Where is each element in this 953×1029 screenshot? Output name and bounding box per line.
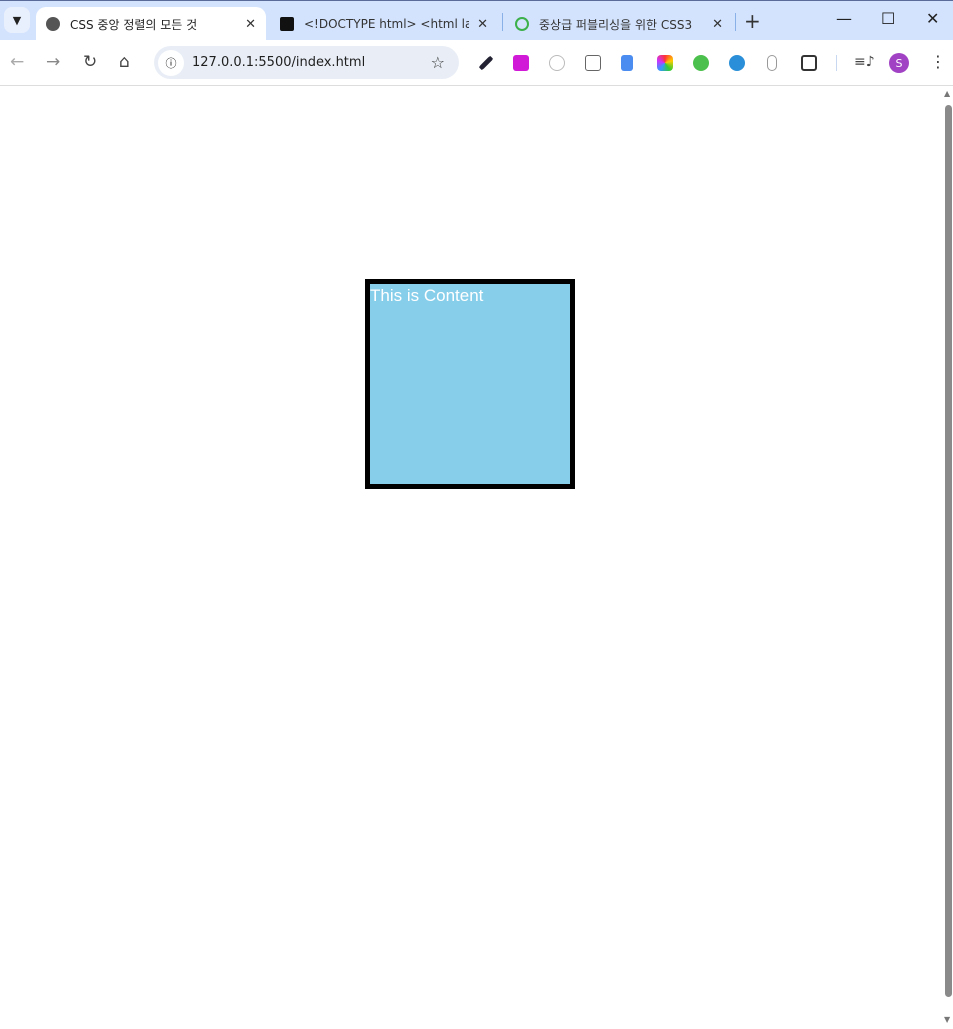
tab-3[interactable]: 중상급 퍼블리싱을 위한 CSS3 ✕ [505, 7, 733, 41]
tab-search-button[interactable]: ▼ [4, 7, 30, 33]
home-button[interactable]: ⌂ [119, 52, 130, 72]
pencil-icon[interactable] [549, 55, 565, 71]
address-bar[interactable]: ⓘ 127.0.0.1:5500/index.html ☆ [154, 46, 459, 79]
puzzle-icon[interactable] [801, 55, 817, 71]
scroll-down-icon[interactable]: ▼ [944, 1015, 950, 1024]
forward-button[interactable]: → [46, 52, 60, 72]
scrollbar-thumb[interactable] [945, 105, 952, 997]
toolbar: ← → ↻ ⌂ ⓘ 127.0.0.1:5500/index.html ☆ ≡♪… [0, 40, 953, 86]
close-tab-icon[interactable]: ✕ [477, 17, 488, 32]
reload-button[interactable]: ↻ [83, 52, 97, 72]
clock-icon [515, 17, 529, 31]
color-picker-icon[interactable] [478, 55, 494, 71]
bookmark-star-icon[interactable]: ☆ [431, 53, 445, 72]
maximize-button[interactable]: ☐ [881, 9, 895, 28]
media-control-icon[interactable]: ≡♪ [854, 54, 875, 70]
close-tab-icon[interactable]: ✕ [712, 17, 723, 32]
content-text: This is Content [370, 286, 484, 305]
back-button[interactable]: ← [10, 52, 24, 72]
tab-2[interactable]: <!DOCTYPE html> <html lang ✕ [270, 7, 498, 41]
tab-divider [735, 13, 736, 31]
calendar-icon[interactable] [585, 55, 601, 71]
page-viewport: This is Content [0, 87, 943, 1029]
menu-icon[interactable]: ⋮ [930, 52, 946, 71]
download-icon[interactable] [513, 55, 529, 71]
toolbar-divider [836, 55, 837, 71]
tab-bar: ▼ CSS 중앙 정렬의 모든 것 ✕ <!DOCTYPE html> <htm… [0, 0, 953, 41]
globe-icon [46, 17, 60, 31]
content-box: This is Content [365, 279, 575, 489]
tab-title: CSS 중앙 정렬의 모든 것 [70, 17, 198, 32]
minimize-button[interactable]: — [836, 9, 852, 28]
close-window-button[interactable]: ✕ [926, 9, 939, 28]
scroll-up-icon[interactable]: ▲ [944, 89, 950, 98]
tab-title: 중상급 퍼블리싱을 위한 CSS3 [539, 17, 693, 32]
scrollbar[interactable]: ▲ ▼ [943, 87, 953, 1029]
tab-active[interactable]: CSS 중앙 정렬의 모든 것 ✕ [36, 7, 266, 41]
avatar-letter: S [895, 56, 903, 70]
favicon-icon [280, 17, 294, 31]
mobile-icon[interactable] [621, 55, 633, 71]
camera-icon[interactable] [657, 55, 673, 71]
tab-divider [502, 13, 503, 31]
green-circle-icon[interactable] [693, 55, 709, 71]
new-tab-button[interactable]: + [744, 9, 761, 33]
close-tab-icon[interactable]: ✕ [245, 17, 256, 32]
mouse-icon[interactable] [767, 55, 777, 71]
pen-icon[interactable] [729, 55, 745, 71]
avatar[interactable]: S [889, 53, 909, 73]
chevron-down-icon: ▼ [12, 13, 22, 27]
tab-title: <!DOCTYPE html> <html lang [304, 17, 470, 31]
url-text[interactable]: 127.0.0.1:5500/index.html [192, 55, 431, 70]
info-icon[interactable]: ⓘ [158, 49, 184, 76]
